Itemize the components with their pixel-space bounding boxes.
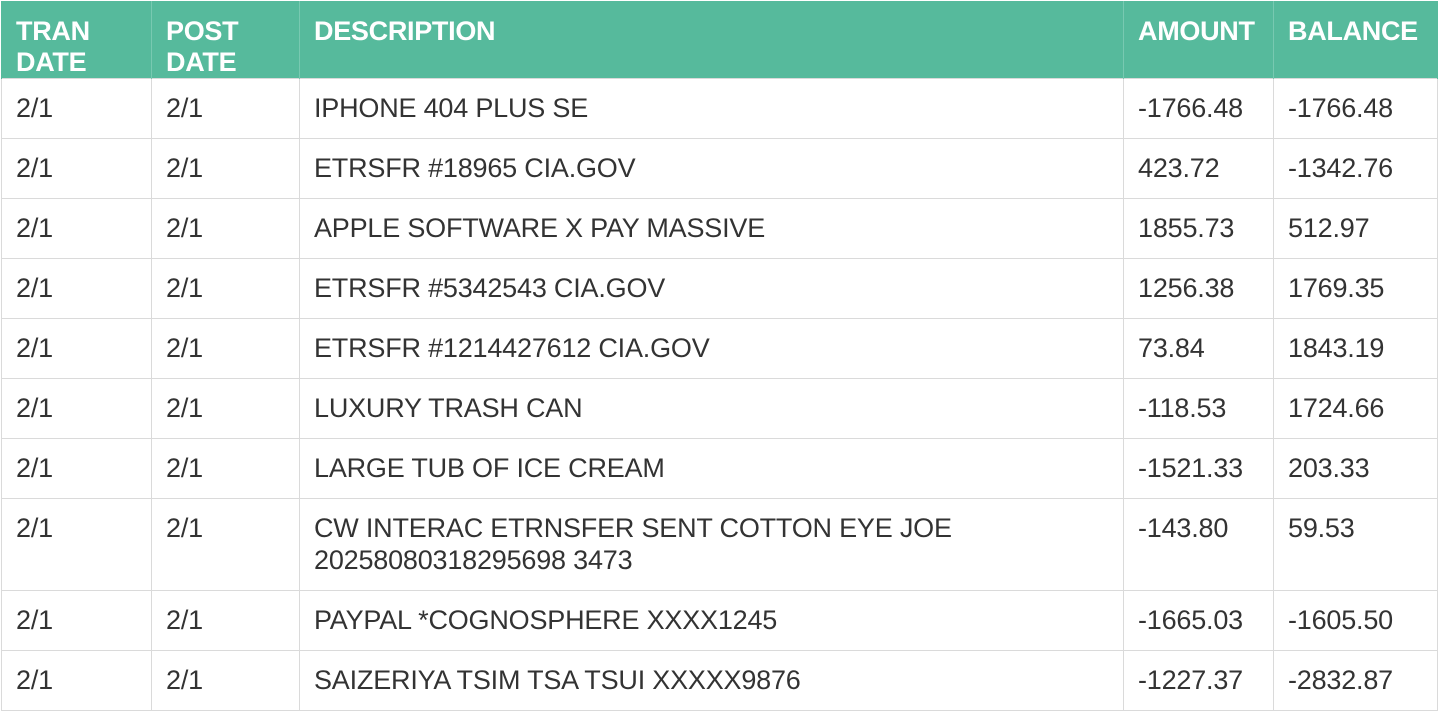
cell-balance: -1342.76 bbox=[1273, 138, 1438, 199]
cell-balance: 59.53 bbox=[1273, 498, 1438, 591]
table-row: 2/1 2/1 LUXURY TRASH CAN -118.53 1724.66 bbox=[1, 378, 1438, 439]
cell-balance: 203.33 bbox=[1273, 438, 1438, 499]
header-post-date: POST DATE bbox=[151, 1, 300, 79]
cell-description: APPLE SOFTWARE X PAY MASSIVE bbox=[299, 198, 1124, 259]
header-post-date-line2: DATE bbox=[166, 47, 237, 77]
cell-description: ETRSFR #5342543 CIA.GOV bbox=[299, 258, 1124, 319]
cell-balance: -1766.48 bbox=[1273, 78, 1438, 139]
cell-amount: -143.80 bbox=[1123, 498, 1274, 591]
cell-tran-date: 2/1 bbox=[1, 650, 152, 711]
table-body: 2/1 2/1 IPHONE 404 PLUS SE -1766.48 -1766.48… bbox=[1, 78, 1438, 711]
header-description: DESCRIPTION bbox=[299, 1, 1124, 79]
header-row: TRAN DATE POST DATE DESCRIPTION AMOUNT BAL… bbox=[1, 1, 1438, 79]
cell-post-date: 2/1 bbox=[151, 498, 300, 591]
table-row: 2/1 2/1 APPLE SOFTWARE X PAY MASSIVE 1855.7… bbox=[1, 198, 1438, 259]
cell-description: ETRSFR #1214427612 CIA.GOV bbox=[299, 318, 1124, 379]
header-balance: BALANCE bbox=[1273, 1, 1438, 79]
table-row: 2/1 2/1 ETRSFR #1214427612 CIA.GOV 73.84 184… bbox=[1, 318, 1438, 379]
header-tran-date-line2: DATE bbox=[16, 47, 87, 77]
cell-description: CW INTERAC ETRNSFER SENT COTTON EYE JOE … bbox=[299, 498, 1124, 591]
cell-description: PAYPAL *COGNOSPHERE XXXX1245 bbox=[299, 590, 1124, 651]
cell-description: ETRSFR #18965 CIA.GOV bbox=[299, 138, 1124, 199]
cell-amount: -118.53 bbox=[1123, 378, 1274, 439]
cell-post-date: 2/1 bbox=[151, 78, 300, 139]
cell-post-date: 2/1 bbox=[151, 258, 300, 319]
cell-tran-date: 2/1 bbox=[1, 258, 152, 319]
cell-description: LUXURY TRASH CAN bbox=[299, 378, 1124, 439]
table-row: 2/1 2/1 ETRSFR #5342543 CIA.GOV 1256.38 1769… bbox=[1, 258, 1438, 319]
cell-post-date: 2/1 bbox=[151, 650, 300, 711]
table-row: 2/1 2/1 IPHONE 404 PLUS SE -1766.48 -1766.48 bbox=[1, 78, 1438, 139]
cell-amount: -1521.33 bbox=[1123, 438, 1274, 499]
cell-post-date: 2/1 bbox=[151, 438, 300, 499]
table-row: 2/1 2/1 LARGE TUB OF ICE CREAM -1521.33 203.… bbox=[1, 438, 1438, 499]
cell-post-date: 2/1 bbox=[151, 138, 300, 199]
cell-tran-date: 2/1 bbox=[1, 138, 152, 199]
cell-balance: -2832.87 bbox=[1273, 650, 1438, 711]
cell-tran-date: 2/1 bbox=[1, 438, 152, 499]
cell-post-date: 2/1 bbox=[151, 318, 300, 379]
header-amount: AMOUNT bbox=[1123, 1, 1274, 79]
cell-balance: 1769.35 bbox=[1273, 258, 1438, 319]
cell-tran-date: 2/1 bbox=[1, 198, 152, 259]
table-row: 2/1 2/1 CW INTERAC ETRNSFER SENT COTTON EY… bbox=[1, 498, 1438, 591]
cell-amount: 423.72 bbox=[1123, 138, 1274, 199]
header-tran-date: TRAN DATE bbox=[1, 1, 152, 79]
table-row: 2/1 2/1 SAIZERIYA TSIM TSA TSUI XXXXX9876-… bbox=[1, 650, 1438, 711]
cell-tran-date: 2/1 bbox=[1, 590, 152, 651]
cell-amount: 1256.38 bbox=[1123, 258, 1274, 319]
cell-balance: 1843.19 bbox=[1273, 318, 1438, 379]
cell-tran-date: 2/1 bbox=[1, 498, 152, 591]
cell-amount: 73.84 bbox=[1123, 318, 1274, 379]
cell-amount: -1227.37 bbox=[1123, 650, 1274, 711]
cell-amount: -1665.03 bbox=[1123, 590, 1274, 651]
cell-balance: 1724.66 bbox=[1273, 378, 1438, 439]
transactions-table: TRAN DATE POST DATE DESCRIPTION AMOUNT BAL… bbox=[1, 1, 1438, 711]
cell-tran-date: 2/1 bbox=[1, 318, 152, 379]
table-row: 2/1 2/1 PAYPAL *COGNOSPHERE XXXX1245 -1665.… bbox=[1, 590, 1438, 651]
cell-description: SAIZERIYA TSIM TSA TSUI XXXXX9876 bbox=[299, 650, 1124, 711]
table-row: 2/1 2/1 ETRSFR #18965 CIA.GOV 423.72 -1342.7… bbox=[1, 138, 1438, 199]
cell-balance: -1605.50 bbox=[1273, 590, 1438, 651]
header-post-date-line1: POST bbox=[166, 16, 239, 46]
cell-balance: 512.97 bbox=[1273, 198, 1438, 259]
cell-amount: -1766.48 bbox=[1123, 78, 1274, 139]
cell-amount: 1855.73 bbox=[1123, 198, 1274, 259]
cell-description: LARGE TUB OF ICE CREAM bbox=[299, 438, 1124, 499]
cell-tran-date: 2/1 bbox=[1, 78, 152, 139]
cell-tran-date: 2/1 bbox=[1, 378, 152, 439]
cell-post-date: 2/1 bbox=[151, 590, 300, 651]
header-tran-date-line1: TRAN bbox=[16, 16, 90, 46]
table-header: TRAN DATE POST DATE DESCRIPTION AMOUNT BAL… bbox=[1, 1, 1438, 79]
cell-post-date: 2/1 bbox=[151, 198, 300, 259]
cell-description: IPHONE 404 PLUS SE bbox=[299, 78, 1124, 139]
cell-post-date: 2/1 bbox=[151, 378, 300, 439]
